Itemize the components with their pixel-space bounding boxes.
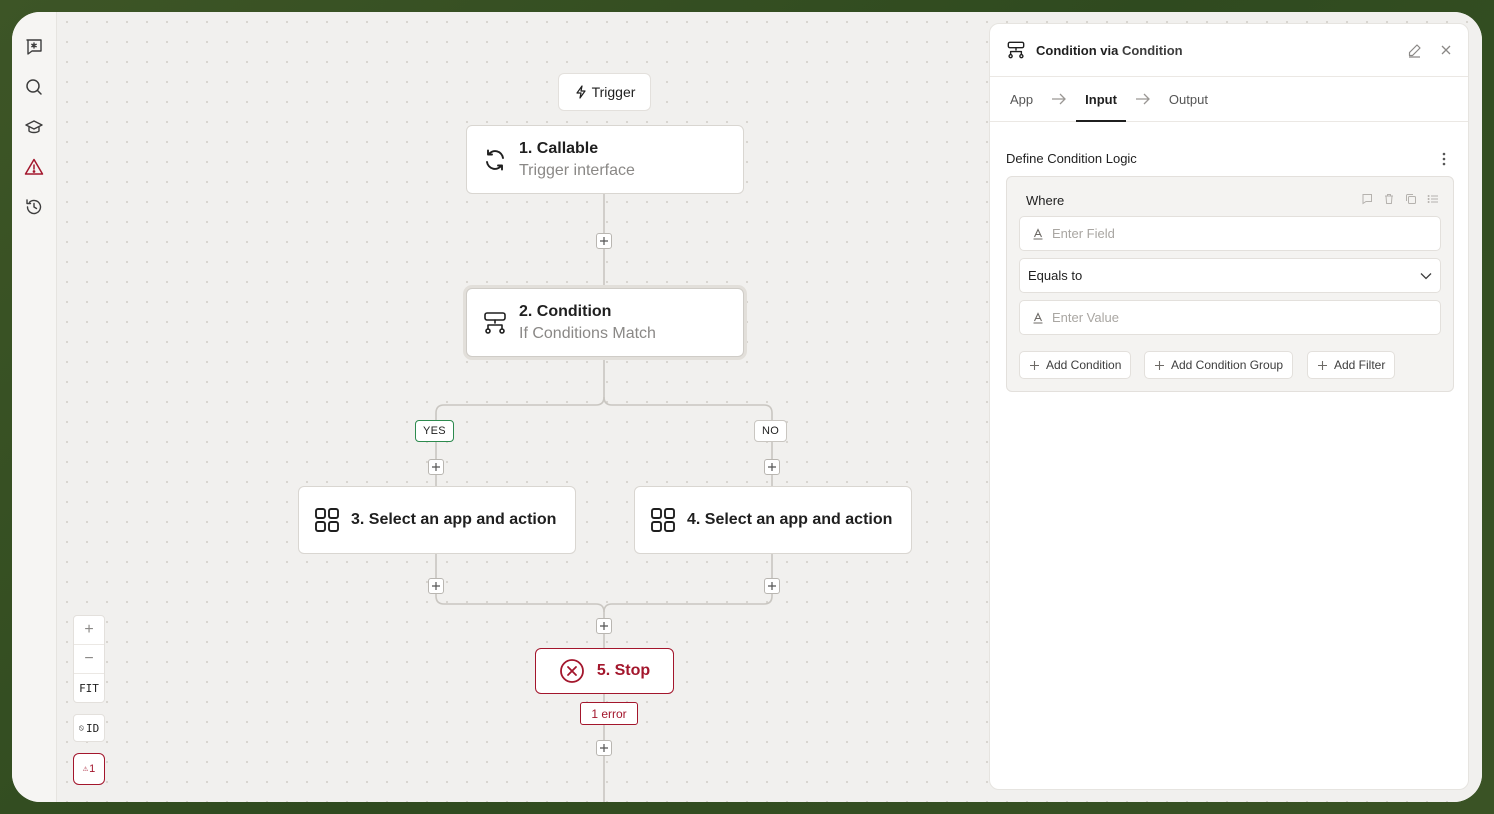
apps-grid-icon [651, 508, 675, 532]
condition-icon [1007, 41, 1025, 59]
plus-icon [1030, 360, 1039, 370]
section-title: Define Condition Logic [1006, 151, 1137, 166]
app-frame: Trigger 1. Callable Trigger interface 2.… [12, 12, 1482, 802]
left-rail [12, 12, 57, 802]
text-type-icon [1033, 227, 1043, 240]
node-title: 3. Select an app and action [351, 511, 557, 528]
node-callable[interactable]: 1. Callable Trigger interface [466, 125, 744, 194]
node-title: 5. Stop [596, 662, 651, 679]
errors-button[interactable]: ⚠ 1 [73, 753, 105, 785]
add-step-button[interactable] [428, 459, 444, 475]
value-placeholder: Enter Value [1052, 310, 1119, 325]
node-select-app-yes[interactable]: 3. Select an app and action [298, 486, 576, 554]
text-type-icon [1033, 311, 1043, 324]
branch-yes-label: YES [415, 420, 454, 442]
operator-select[interactable]: Equals to [1019, 258, 1441, 293]
search-icon[interactable] [23, 76, 45, 98]
node-title: 1. Callable [519, 139, 599, 157]
history-icon[interactable] [23, 196, 45, 218]
condition-icon [484, 311, 506, 334]
plus-icon [1155, 360, 1164, 370]
plus-icon [1318, 360, 1327, 370]
eye-off-icon: ⦸ [78, 723, 84, 732]
warning-icon: ⚠ [82, 764, 89, 774]
arrow-right-icon [1135, 77, 1151, 121]
tab-app[interactable]: App [1010, 77, 1033, 121]
comment-icon[interactable] [1361, 193, 1373, 205]
tab-input[interactable]: Input [1076, 77, 1126, 122]
node-select-app-no[interactable]: 4. Select an app and action [634, 486, 912, 554]
arrow-right-icon [1051, 77, 1067, 121]
field-placeholder: Enter Field [1052, 226, 1115, 241]
condition-group-actions [1361, 193, 1439, 205]
add-filter-button[interactable]: Add Filter [1307, 351, 1396, 379]
panel-header: Condition via Condition [990, 24, 1468, 77]
panel-title-prefix: Condition via [1036, 42, 1119, 58]
zoom-in-button[interactable]: + [74, 616, 104, 645]
node-title: 4. Select an app and action [687, 511, 893, 528]
edit-pencil-icon[interactable] [1407, 43, 1422, 58]
add-filter-label: Add Filter [1334, 358, 1386, 372]
panel-title: Condition via Condition [1036, 43, 1183, 58]
add-step-button[interactable] [596, 233, 612, 249]
apps-grid-icon [315, 508, 339, 532]
error-count: 1 [89, 763, 96, 775]
more-options-icon[interactable] [1442, 152, 1446, 171]
value-input[interactable]: Enter Value [1019, 300, 1441, 335]
trigger-label: Trigger [591, 84, 636, 100]
add-step-button[interactable] [596, 618, 612, 634]
node-condition[interactable]: 2. Condition If Conditions Match [466, 288, 744, 357]
panel-tabs: App Input Output [990, 77, 1468, 122]
tab-output[interactable]: Output [1169, 77, 1208, 121]
trash-icon[interactable] [1383, 193, 1395, 205]
add-condition-button[interactable]: Add Condition [1019, 351, 1132, 379]
condition-group: Where Enter Field Equals to Enter Value [1006, 176, 1454, 392]
trigger-button[interactable]: Trigger [558, 73, 651, 111]
add-step-button[interactable] [428, 578, 444, 594]
id-toggle-button[interactable]: ⦸ ID [73, 714, 105, 742]
node-title: 2. Condition [519, 302, 612, 320]
add-step-button[interactable] [596, 740, 612, 756]
graduation-cap-icon[interactable] [23, 116, 45, 138]
add-step-button[interactable] [764, 578, 780, 594]
refresh-icon [486, 149, 504, 170]
add-condition-label: Add Condition [1046, 358, 1122, 372]
warning-icon[interactable] [23, 156, 45, 178]
zoom-out-button[interactable]: − [74, 645, 104, 674]
node-stop[interactable]: 5. Stop [535, 648, 674, 694]
list-icon[interactable] [1427, 193, 1439, 205]
branch-no-label: NO [754, 420, 788, 442]
stop-circle-x-icon [559, 659, 584, 683]
node-subtitle: If Conditions Match [519, 324, 656, 342]
field-input[interactable]: Enter Field [1019, 216, 1441, 251]
operator-value: Equals to [1028, 268, 1083, 283]
copy-icon[interactable] [1405, 193, 1417, 205]
fit-view-button[interactable]: FIT [74, 674, 104, 703]
chevron-down-icon [1420, 272, 1432, 279]
add-step-button[interactable] [764, 459, 780, 475]
where-label: Where [1026, 193, 1065, 208]
lightning-icon [575, 85, 586, 99]
node-subtitle: Trigger interface [519, 161, 635, 179]
error-badge[interactable]: 1 error [580, 702, 638, 725]
zoom-controls: + − FIT [73, 615, 105, 703]
panel-title-suffix: Condition [1121, 42, 1183, 58]
add-condition-group-label: Add Condition Group [1171, 358, 1284, 372]
chat-star-icon[interactable] [23, 36, 45, 58]
close-icon[interactable] [1440, 44, 1452, 56]
node-config-panel: Condition via Condition App Input Output… [989, 23, 1469, 790]
add-condition-group-button[interactable]: Add Condition Group [1144, 351, 1294, 379]
id-toggle-label: ID [85, 721, 100, 735]
